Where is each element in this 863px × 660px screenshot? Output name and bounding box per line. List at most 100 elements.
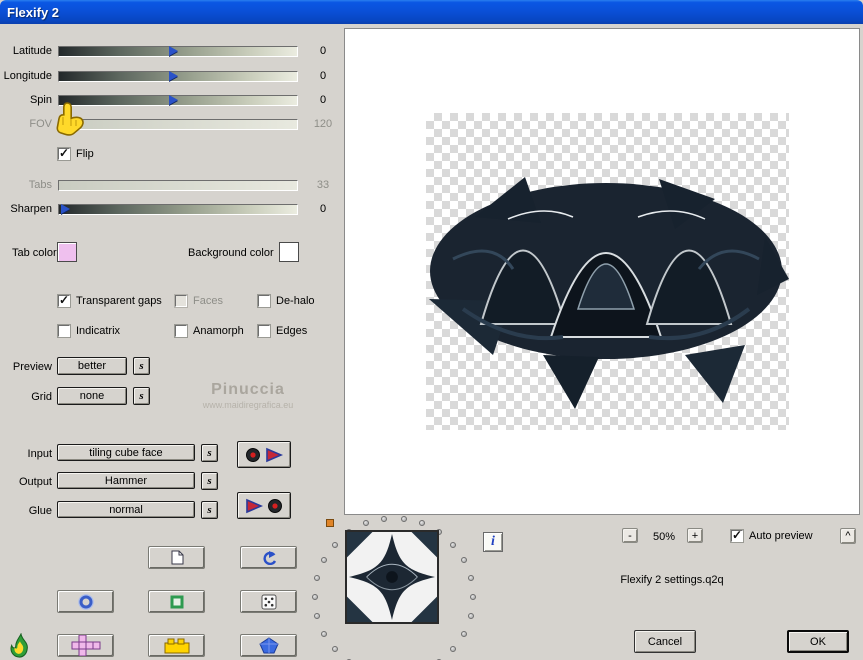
grid-memory-button[interactable]: s — [133, 387, 150, 405]
cube-net-button[interactable] — [57, 634, 114, 657]
tabs-slider-row: Tabs 33 — [0, 178, 340, 194]
longitude-label: Longitude — [3, 70, 52, 82]
randomize-button[interactable] — [240, 590, 297, 613]
latitude-slider-marker[interactable] — [169, 46, 178, 56]
info-button[interactable]: i — [483, 532, 503, 552]
preview-panel — [344, 28, 860, 515]
blue-ring-icon — [77, 593, 94, 610]
undo-button[interactable] — [240, 546, 297, 569]
flexify2-dialog: Flexify 2 Latitude 0 Longitude 0 Spin 0 … — [0, 0, 863, 660]
render-preview-button[interactable] — [237, 441, 291, 468]
grid-mode-button[interactable]: none — [57, 387, 127, 405]
spin-value: 0 — [319, 94, 327, 106]
anamorph-checkbox-box[interactable] — [174, 324, 188, 338]
fov-value: 120 — [313, 118, 333, 130]
zoom-out-button[interactable]: - — [622, 528, 638, 543]
edges-checkbox-box[interactable] — [257, 324, 271, 338]
watermark-url: www.maidiregrafica.eu — [202, 400, 294, 410]
dehalo-checkbox[interactable]: De-halo — [257, 294, 315, 308]
preview-label: Preview — [12, 361, 52, 373]
transparent-gaps-checkbox-label: Transparent gaps — [76, 295, 162, 307]
spin-slider-marker[interactable] — [169, 95, 178, 105]
spin-slider[interactable] — [58, 95, 298, 106]
zoom-in-button[interactable]: + — [687, 528, 703, 543]
background-color-label: Background color — [188, 247, 274, 259]
blue-gem-icon — [258, 637, 279, 654]
anamorph-checkbox[interactable]: Anamorph — [174, 324, 244, 338]
faces-checkbox: Faces — [174, 294, 223, 308]
lens-play-icon — [246, 447, 284, 462]
settings-file-name: Flexify 2 settings.q2q — [620, 574, 724, 586]
background-color-swatch[interactable] — [279, 242, 299, 262]
output-projection-button[interactable]: Hammer — [57, 472, 195, 489]
tab-color-swatch[interactable] — [57, 242, 77, 262]
latitude-value: 0 — [319, 45, 327, 57]
edges-checkbox[interactable]: Edges — [257, 324, 308, 338]
preview-memory-button[interactable]: s — [133, 357, 150, 375]
indicatrix-checkbox-label: Indicatrix — [76, 325, 121, 337]
cube-net-icon — [71, 635, 100, 656]
glue-label: Glue — [28, 505, 52, 517]
tile-thumbnail-image — [347, 532, 437, 622]
tabs-value: 33 — [316, 179, 330, 191]
gem-button[interactable] — [240, 634, 297, 657]
longitude-slider-marker[interactable] — [169, 71, 178, 81]
sharpen-label: Sharpen — [10, 203, 52, 215]
fov-slider[interactable] — [58, 119, 298, 130]
play-render-button[interactable] — [237, 492, 291, 519]
flip-checkbox[interactable]: Flip — [57, 146, 94, 161]
tabs-label: Tabs — [28, 179, 52, 191]
watermark-name: Pinuccia — [211, 381, 285, 398]
brick-button[interactable] — [148, 634, 205, 657]
dial-marker — [326, 519, 334, 527]
sharpen-value: 0 — [319, 203, 327, 215]
input-shape-button[interactable]: tiling cube face — [57, 444, 195, 461]
dice-icon — [261, 594, 276, 609]
edges-checkbox-label: Edges — [276, 325, 308, 337]
latitude-label: Latitude — [12, 45, 52, 57]
hammer-projection-artwork — [429, 177, 789, 409]
grid-label: Grid — [31, 391, 52, 403]
auto-preview-checkbox[interactable]: Auto preview — [730, 528, 813, 543]
flip-checkbox-label: Flip — [76, 148, 94, 160]
glue-mode-button[interactable]: normal — [57, 501, 195, 518]
longitude-slider[interactable] — [58, 71, 298, 82]
indicatrix-checkbox[interactable]: Indicatrix — [57, 324, 121, 338]
cancel-button[interactable]: Cancel — [634, 630, 696, 653]
output-label: Output — [18, 476, 52, 488]
spin-slider-row: Spin 0 — [0, 93, 340, 109]
spin-label: Spin — [29, 94, 52, 106]
tabs-slider[interactable] — [58, 180, 298, 191]
copy-settings-button[interactable] — [148, 546, 205, 569]
faces-checkbox-box — [174, 294, 188, 308]
longitude-value: 0 — [319, 70, 327, 82]
auto-preview-checkbox-label: Auto preview — [749, 530, 813, 542]
expand-button[interactable]: ^ — [840, 528, 856, 544]
sharpen-slider-marker[interactable] — [61, 204, 70, 214]
auto-preview-checkbox-box[interactable] — [730, 528, 744, 543]
title-bar[interactable]: Flexify 2 — [0, 0, 863, 24]
output-memory-button[interactable]: s — [201, 472, 218, 490]
ok-button[interactable]: OK — [787, 630, 849, 653]
dehalo-checkbox-label: De-halo — [276, 295, 315, 307]
tab-color-label: Tab color — [12, 247, 57, 259]
flip-checkbox-box[interactable] — [57, 146, 71, 161]
frame-options-button[interactable] — [148, 590, 205, 613]
transparent-gaps-checkbox[interactable]: Transparent gaps — [57, 293, 162, 308]
page-icon — [171, 550, 183, 565]
preview-mode-button[interactable]: better — [57, 357, 127, 375]
latitude-slider-row: Latitude 0 — [0, 44, 340, 60]
tile-thumbnail[interactable] — [345, 530, 439, 624]
fov-slider-row: FOV 120 — [0, 117, 340, 133]
dehalo-checkbox-box[interactable] — [257, 294, 271, 308]
play-lens-icon — [246, 498, 282, 513]
latitude-slider[interactable] — [58, 46, 298, 57]
lens-options-button[interactable] — [57, 590, 114, 613]
glue-memory-button[interactable]: s — [201, 501, 218, 519]
indicatrix-checkbox-box[interactable] — [57, 324, 71, 338]
transparent-gaps-checkbox-box[interactable] — [57, 293, 71, 308]
sharpen-slider-row: Sharpen 0 — [0, 202, 340, 218]
zoom-level: 50% — [652, 531, 676, 543]
input-memory-button[interactable]: s — [201, 444, 218, 462]
sharpen-slider[interactable] — [58, 204, 298, 215]
